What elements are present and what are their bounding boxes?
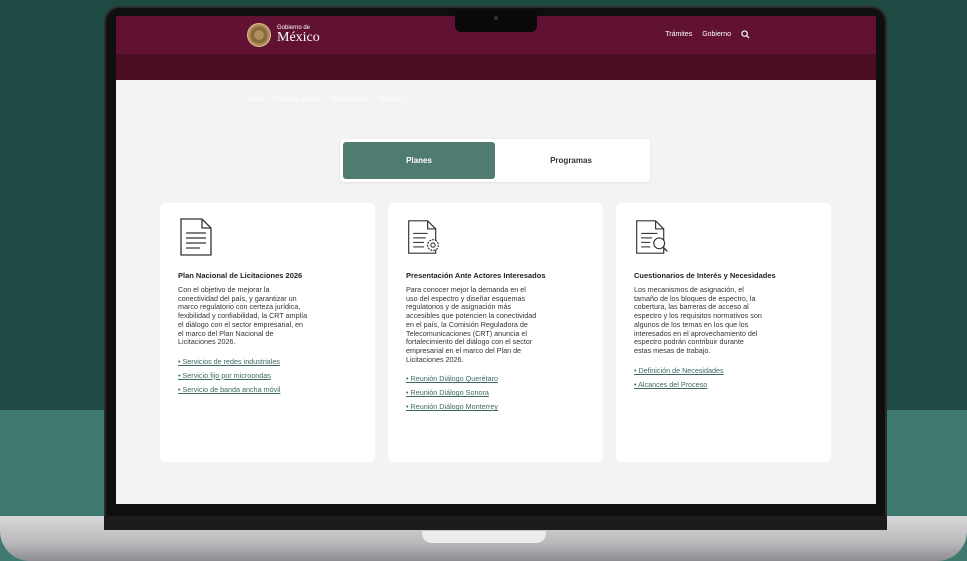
card-description: Con el objetivo de mejorar la conectivid… [178, 285, 308, 347]
link-servicio-banda-ancha-movil[interactable]: • Servicio de banda ancha móvil [178, 385, 280, 394]
link-reunion-sonora[interactable]: • Reunión Diálogo Sonora [406, 388, 489, 397]
link-definicion-necesidades[interactable]: • Definición de Necesidades [634, 366, 724, 375]
card-title: Presentación Ante Actores Interesados [406, 271, 546, 280]
camera-notch [455, 10, 537, 32]
link-reunion-monterrey[interactable]: • Reunión Diálogo Monterrey [406, 402, 498, 411]
link-servicios-redes-industriales[interactable]: • Servicios de redes industriales [178, 357, 280, 366]
seal-icon [247, 23, 271, 47]
card-links: • Servicios de redes industriales • Serv… [178, 353, 357, 395]
tab-programas[interactable]: Programas [495, 142, 647, 179]
link-alcances-proceso[interactable]: • Alcances del Proceso [634, 380, 707, 389]
document-gear-icon [408, 220, 439, 254]
link-tramites[interactable]: Trámites [665, 31, 692, 38]
tab-group: Planes Programas [340, 139, 650, 182]
document-search-icon [636, 220, 668, 254]
header-links: Trámites Gobierno [665, 30, 750, 39]
camera-dot [494, 16, 498, 20]
search-icon[interactable] [741, 30, 750, 39]
link-servicio-fijo-microondas[interactable]: • Servicio fijo por microondas [178, 371, 271, 380]
logo-big-text: México [277, 30, 320, 45]
link-gobierno[interactable]: Gobierno [702, 31, 731, 38]
nav-directorio[interactable]: Directorio [378, 96, 406, 103]
link-reunion-queretaro[interactable]: • Reunión Diálogo Querétaro [406, 374, 498, 383]
laptop-screen: Gobierno de México Trámites Gobierno Ini… [116, 16, 876, 504]
site-subnav: Inicio Consulta pública Herramientas Dir… [116, 54, 876, 103]
nav-consulta-publica[interactable]: Consulta pública [273, 96, 321, 103]
nav-inicio[interactable]: Inicio [249, 96, 264, 103]
card-cuestionarios: Cuestionarios de Interés y Necesidades L… [616, 203, 831, 462]
card-presentacion-actores: Presentación Ante Actores Interesados Pa… [388, 203, 603, 462]
card-links: • Definición de Necesidades • Alcances d… [634, 362, 813, 390]
tab-planes[interactable]: Planes [343, 142, 495, 179]
card-links: • Reunión Diálogo Querétaro • Reunión Di… [406, 370, 585, 412]
card-title: Cuestionarios de Interés y Necesidades [634, 271, 776, 280]
nav-herramientas[interactable]: Herramientas [330, 96, 369, 103]
document-icon [180, 218, 212, 256]
card-description: Para conocer mejor la demanda en el uso … [406, 285, 537, 364]
card-description: Los mecanismos de asignación, el tamaño … [634, 285, 762, 355]
card-title: Plan Nacional de Licitaciones 2026 [178, 271, 303, 280]
gobierno-logo[interactable]: Gobierno de México [247, 23, 320, 47]
laptop-hinge [104, 516, 887, 530]
card-plan-nacional: Plan Nacional de Licitaciones 2026 Con e… [160, 203, 375, 462]
laptop-notch [422, 531, 546, 543]
